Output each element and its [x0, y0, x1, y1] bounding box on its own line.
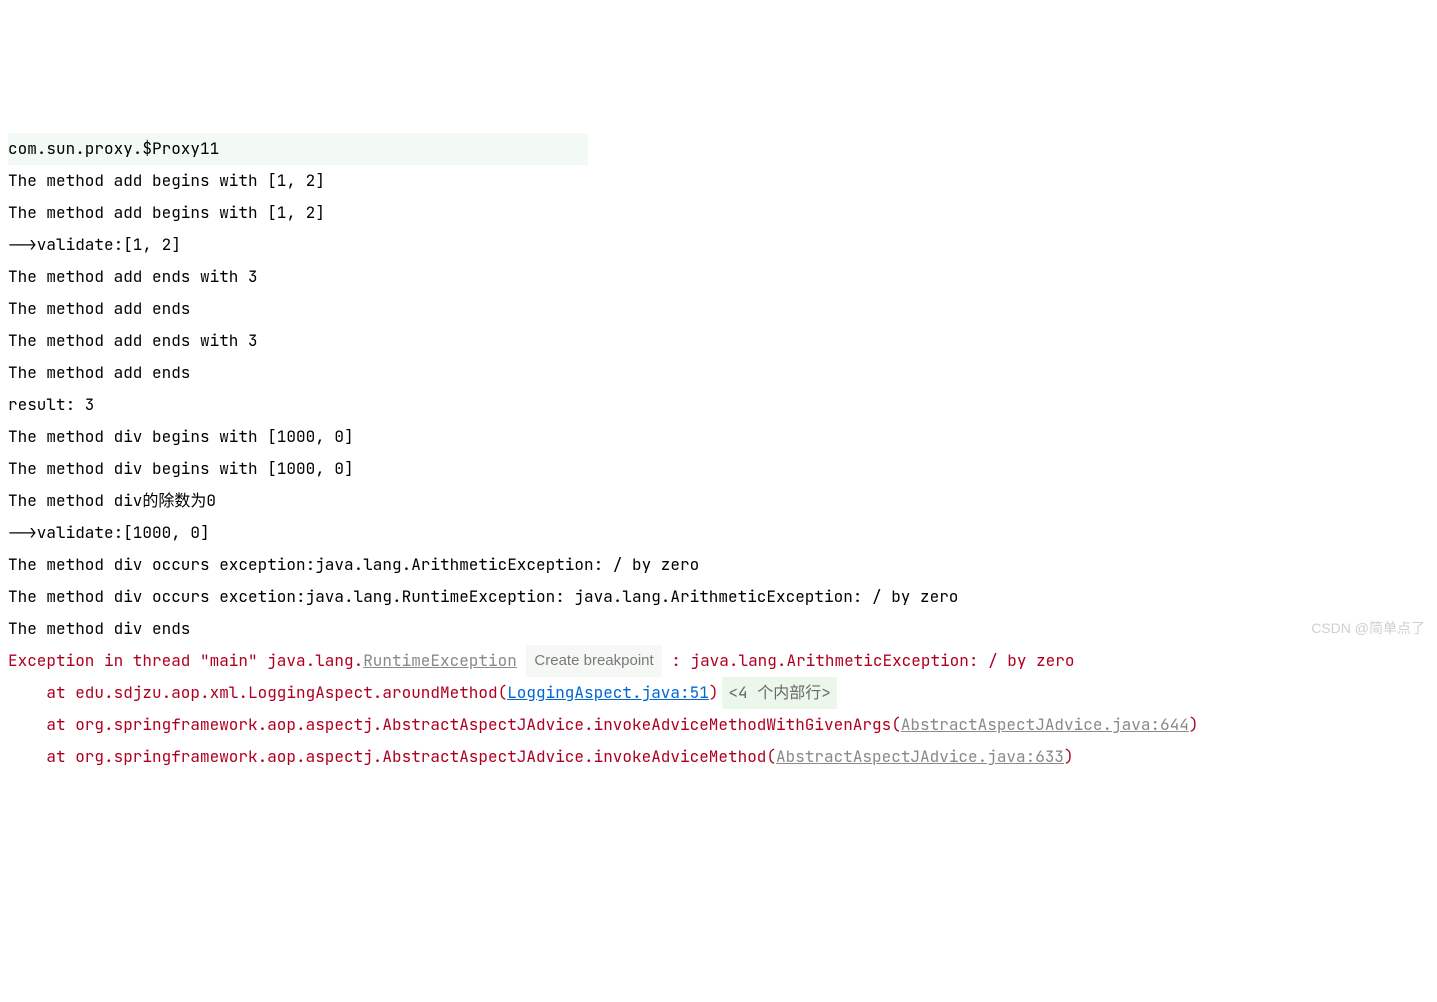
stack-frame-text: at edu.sdjzu.aop.xml.LoggingAspect.aroun…	[8, 682, 507, 703]
console-line: The method add begins with [1, 2]	[8, 202, 325, 223]
stack-frame-close: )	[1189, 714, 1199, 735]
console-line: The method div occurs excetion:java.lang…	[8, 586, 958, 607]
stack-frame-link[interactable]: LoggingAspect.java:51	[507, 682, 709, 703]
console-output: com.sun.proxy.$Proxy11 The method add be…	[8, 133, 1429, 773]
console-line: com.sun.proxy.$Proxy11	[8, 133, 588, 165]
console-line: The method div begins with [1000, 0]	[8, 426, 354, 447]
stack-frame-link[interactable]: AbstractAspectJAdvice.java:633	[776, 746, 1064, 767]
exception-line-prefix: Exception in thread "main" java.lang.	[8, 650, 363, 671]
create-breakpoint-button[interactable]: Create breakpoint	[526, 645, 661, 677]
console-line: The method add ends	[8, 362, 190, 383]
stack-frame-close: )	[1064, 746, 1074, 767]
console-line: The method div begins with [1000, 0]	[8, 458, 354, 479]
console-line: -->validate:[1000, 0]	[8, 522, 210, 543]
exception-line-suffix: : java.lang.ArithmeticException: / by ze…	[662, 650, 1075, 671]
exception-class-link[interactable]: RuntimeException	[363, 650, 517, 671]
console-line: -->validate:[1, 2]	[8, 234, 181, 255]
stack-frame-text: at org.springframework.aop.aspectj.Abstr…	[8, 746, 776, 767]
stack-frame-close: )	[709, 682, 719, 703]
internal-lines-badge[interactable]: <4 个内部行>	[722, 677, 836, 709]
console-line: The method add ends	[8, 298, 190, 319]
console-line: The method add ends with 3	[8, 266, 258, 287]
console-line: The method div ends	[8, 618, 190, 639]
stack-frame-text: at org.springframework.aop.aspectj.Abstr…	[8, 714, 901, 735]
console-line: The method add ends with 3	[8, 330, 258, 351]
console-line: The method div的除数为0	[8, 490, 216, 511]
console-line: The method div occurs exception:java.lan…	[8, 554, 699, 575]
console-line: The method add begins with [1, 2]	[8, 170, 325, 191]
console-line: result: 3	[8, 394, 94, 415]
stack-frame-link[interactable]: AbstractAspectJAdvice.java:644	[901, 714, 1189, 735]
